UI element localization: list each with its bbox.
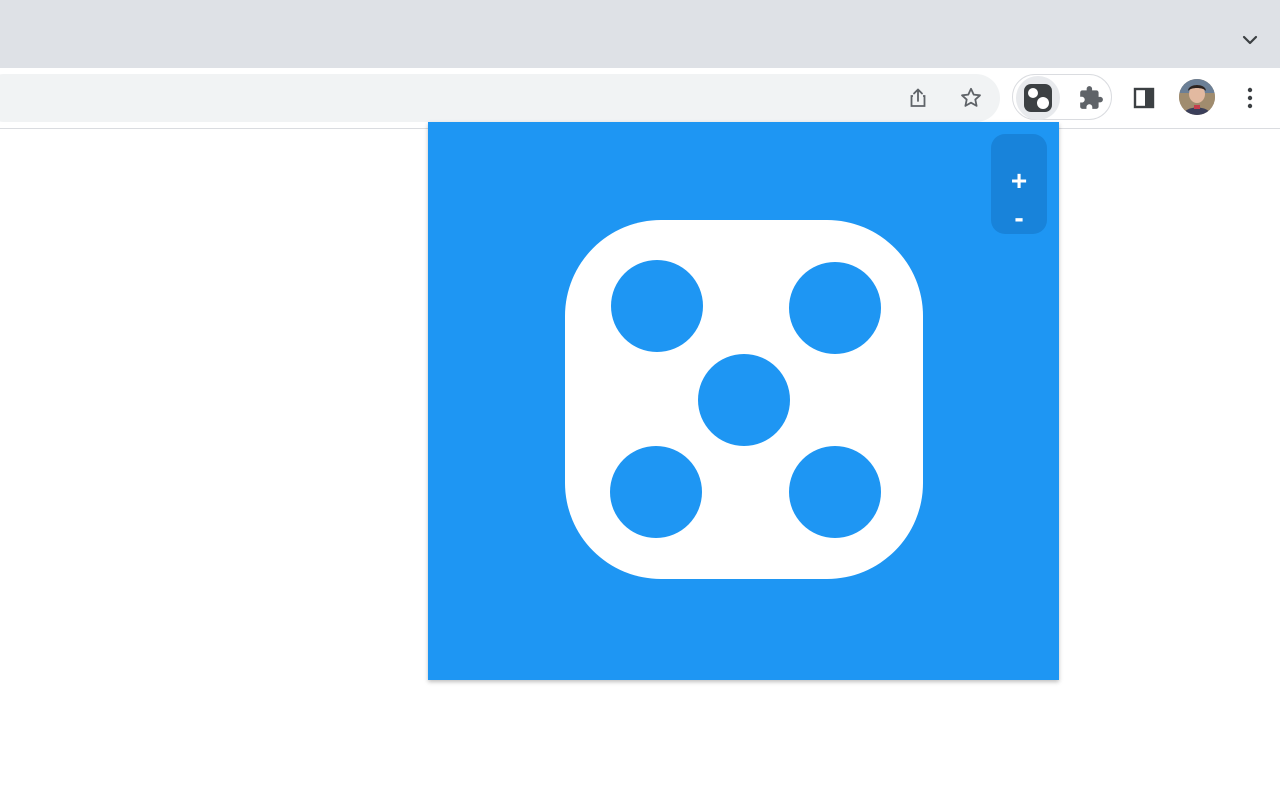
die-pip [789,446,881,538]
bookmark-button[interactable] [953,80,989,116]
tab-search-button[interactable] [1234,24,1266,56]
avatar[interactable] [1179,79,1215,115]
dice-extension-icon [1024,84,1052,112]
star-icon [961,87,981,107]
die-pip [789,262,881,354]
share-icon [910,88,926,107]
extensions-button[interactable] [1073,80,1109,116]
zoom-in-button[interactable]: + [991,163,1047,199]
die-pip [610,446,702,538]
side-panel-button[interactable] [1126,80,1162,116]
share-button[interactable] [900,80,936,116]
tab-strip [0,0,1280,68]
chevron-down-icon [1242,35,1258,45]
zoom-controls: + - [991,134,1047,234]
die-pip [698,354,790,446]
address-bar[interactable] [0,74,1000,122]
die-pip [611,260,703,352]
die-face[interactable] [565,220,923,579]
side-panel-icon [1133,87,1155,109]
dice-extension-button[interactable] [1016,76,1060,120]
kebab-menu-icon [1247,87,1253,109]
puzzle-icon [1080,86,1103,109]
extension-popup: + - [428,122,1059,680]
browser-toolbar [0,68,1280,129]
profile-photo [1179,79,1215,115]
browser-menu-button[interactable] [1232,80,1268,116]
zoom-out-button[interactable]: - [991,200,1047,236]
